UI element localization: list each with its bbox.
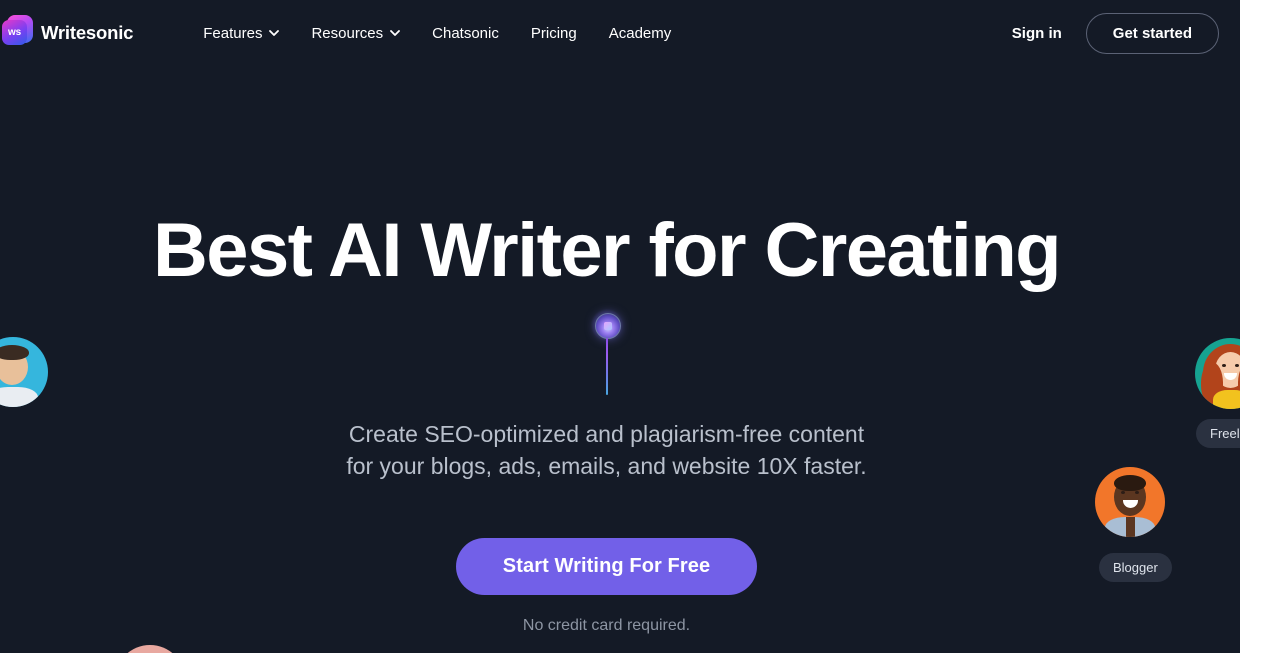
writesonic-logo-icon: ws: [2, 15, 33, 48]
logo-mark-text: ws: [8, 27, 21, 38]
avatar-hair: [0, 345, 29, 360]
brand-logo[interactable]: ws Writesonic: [2, 15, 134, 48]
avatar-student: [115, 645, 185, 653]
sign-in-link[interactable]: Sign in: [1008, 19, 1066, 48]
chevron-down-icon: [269, 28, 280, 38]
nav-item-features[interactable]: Features: [203, 19, 295, 48]
avatar-chip-freelancer: Freelancer: [1196, 419, 1240, 448]
avatar-illustration: [1195, 338, 1240, 409]
avatar-body: [0, 387, 38, 407]
ai-cursor-indicator: [591, 309, 623, 395]
page-viewport: ws Writesonic Features Resources Chatson…: [0, 0, 1240, 653]
browser-gutter: [1240, 0, 1270, 653]
hero-subtitle-line-2: for your blogs, ads, emails, and website…: [346, 453, 867, 479]
avatar-writer: [0, 337, 48, 407]
avatar-illustration: [115, 645, 185, 653]
hero-subtitle-line-1: Create SEO-optimized and plagiarism-free…: [348, 421, 865, 447]
nav-label-academy: Academy: [608, 24, 672, 42]
logo-front-layer: ws: [2, 20, 27, 45]
avatar-hair: [1114, 475, 1146, 491]
avatar-blogger: [1095, 467, 1165, 537]
nav-label-resources: Resources: [311, 24, 384, 42]
avatar-chip-blogger: Blogger: [1099, 553, 1172, 582]
sparkle-orb-icon: [595, 313, 621, 339]
hero-subtitle: Create SEO-optimized and plagiarism-free…: [0, 418, 1213, 482]
cursor-beam: [606, 338, 608, 395]
nav-item-chatsonic[interactable]: Chatsonic: [416, 19, 515, 48]
hero-section: Best AI Writer for Creating Create SEO-o…: [0, 0, 1213, 653]
avatar-eye-left: [1121, 491, 1125, 494]
avatar-freelancer: [1195, 338, 1240, 409]
brand-name: Writesonic: [41, 22, 134, 43]
no-credit-card-note: No credit card required.: [522, 617, 691, 634]
page-title: Best AI Writer for Creating: [153, 208, 1062, 293]
start-writing-for-free-button[interactable]: Start Writing For Free: [455, 538, 758, 595]
avatar-neck: [1126, 517, 1135, 537]
nav-label-pricing: Pricing: [530, 24, 577, 42]
primary-nav: Features Resources Chatsonic Pricing Aca…: [203, 19, 687, 48]
site-header: ws Writesonic Features Resources Chatson…: [0, 0, 1240, 66]
avatar-eye-right: [1135, 491, 1139, 494]
orb-core: [604, 322, 612, 330]
header-actions: Sign in Get started: [1008, 0, 1219, 66]
avatar-illustration: [1095, 467, 1165, 537]
nav-item-academy[interactable]: Academy: [593, 19, 688, 48]
avatar-eye-left: [1222, 364, 1226, 367]
nav-label-features: Features: [203, 24, 263, 42]
avatar-body: [1213, 390, 1240, 409]
chevron-down-icon: [390, 28, 401, 38]
avatar-eye-right: [1235, 364, 1239, 367]
hero-cta-wrap: Start Writing For Free: [0, 538, 1213, 595]
nav-item-resources[interactable]: Resources: [295, 19, 416, 48]
nav-label-chatsonic: Chatsonic: [432, 24, 499, 42]
avatar-illustration: [0, 337, 48, 407]
get-started-button[interactable]: Get started: [1085, 12, 1219, 54]
orb-glow: [591, 309, 623, 341]
nav-item-pricing[interactable]: Pricing: [515, 19, 593, 48]
